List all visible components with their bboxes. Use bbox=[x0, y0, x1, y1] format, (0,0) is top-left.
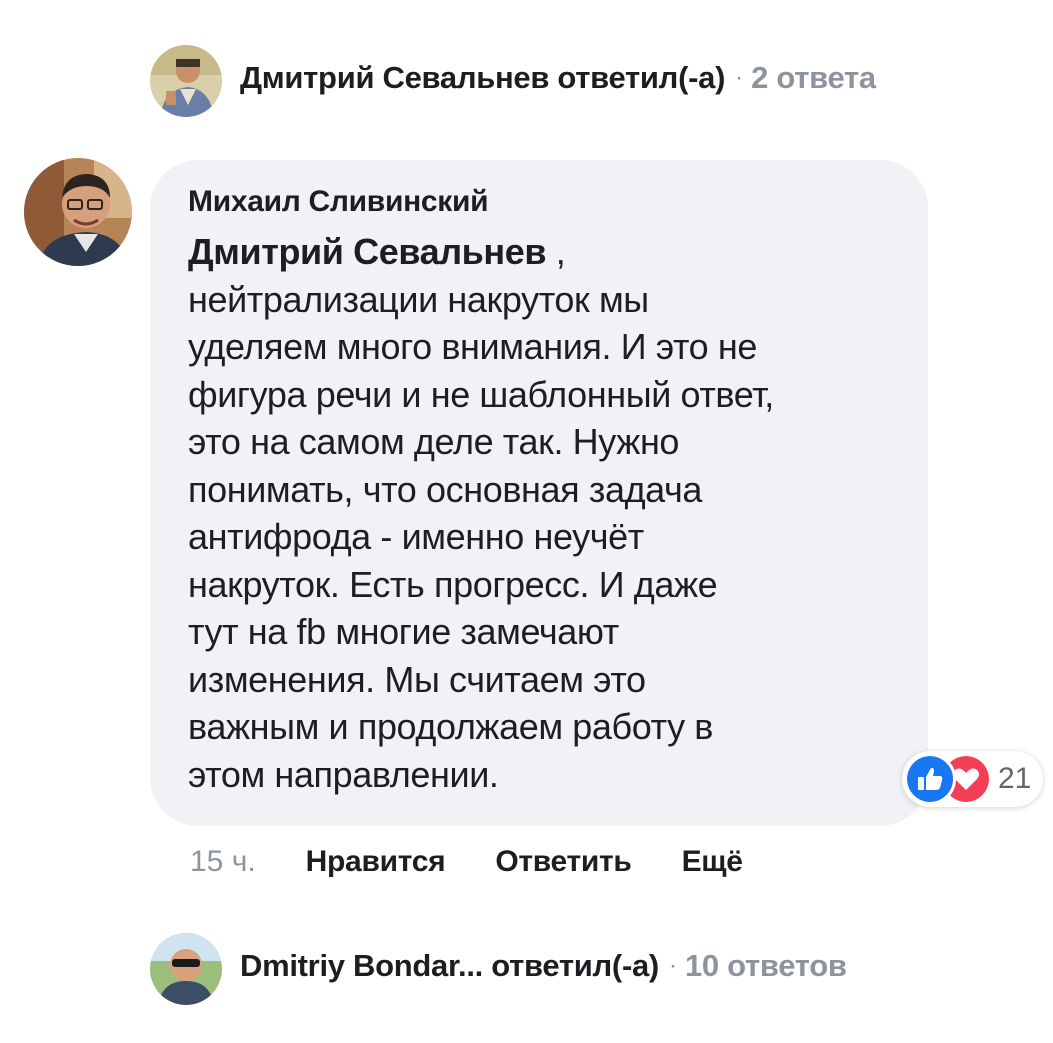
like-button[interactable]: Нравится bbox=[306, 845, 446, 879]
comment-line: накруток. Есть прогресс. И даже bbox=[188, 563, 718, 605]
comment-line: этом направлении. bbox=[188, 753, 499, 795]
avatar-mikhail-slivinsky[interactable] bbox=[24, 158, 132, 266]
comment-line: антифрода - именно неучёт bbox=[188, 516, 644, 557]
reply-author-text: Дмитрий Севальнев ответил(-а) bbox=[240, 60, 726, 95]
mention-link[interactable]: Дмитрий Севальнев bbox=[188, 231, 546, 272]
comment-line: понимать, что основная задача bbox=[188, 468, 702, 510]
avatar-dmitriy-bondar[interactable] bbox=[150, 933, 222, 1005]
mention-suffix: , bbox=[546, 231, 566, 272]
comment-line: важным и продолжаем работу в bbox=[188, 706, 714, 747]
reactions-summary[interactable]: 21 bbox=[902, 751, 1044, 807]
comment-line: тут на fb многие замечают bbox=[188, 611, 619, 652]
like-icon bbox=[904, 753, 956, 805]
separator-dot: · bbox=[735, 64, 744, 91]
reply-count: 2 ответа bbox=[751, 60, 876, 95]
comment-line: уделяем много внимания. И это не bbox=[188, 326, 757, 367]
replies-link-top[interactable]: Дмитрий Севальнев ответил(-а) · 2 ответа bbox=[240, 58, 876, 98]
reply-author-text: Dmitriy Bondar... ответил(-а) bbox=[240, 948, 659, 983]
comment-line: нейтрализации накруток мы bbox=[188, 278, 649, 320]
comment-line: изменения. Мы считаем это bbox=[188, 658, 646, 700]
comment-bubble: Михаил Сливинский Дмитрий Севальнев , не… bbox=[150, 160, 928, 826]
more-button[interactable]: Ещё bbox=[682, 845, 743, 879]
reply-count: 10 ответов bbox=[684, 948, 847, 983]
comment-timestamp[interactable]: 15 ч. bbox=[190, 845, 256, 879]
comment-line: фигура речи и не шаблонный ответ, bbox=[188, 373, 774, 415]
comment-line: это на самом деле так. Нужно bbox=[188, 421, 680, 462]
separator-dot: · bbox=[668, 952, 677, 979]
reply-button[interactable]: Ответить bbox=[495, 845, 632, 879]
comment-actions: 15 ч. Нравится Ответить Ещё bbox=[190, 840, 793, 884]
avatar-dmitriy-sevalnev[interactable] bbox=[150, 45, 222, 117]
replies-link-bottom[interactable]: Dmitriy Bondar... ответил(-а) · 10 ответ… bbox=[240, 946, 847, 986]
comment-author[interactable]: Михаил Сливинский bbox=[188, 184, 890, 220]
reaction-count: 21 bbox=[998, 762, 1032, 795]
comment-text: Дмитрий Севальнев , нейтрализации накрут… bbox=[188, 228, 890, 798]
